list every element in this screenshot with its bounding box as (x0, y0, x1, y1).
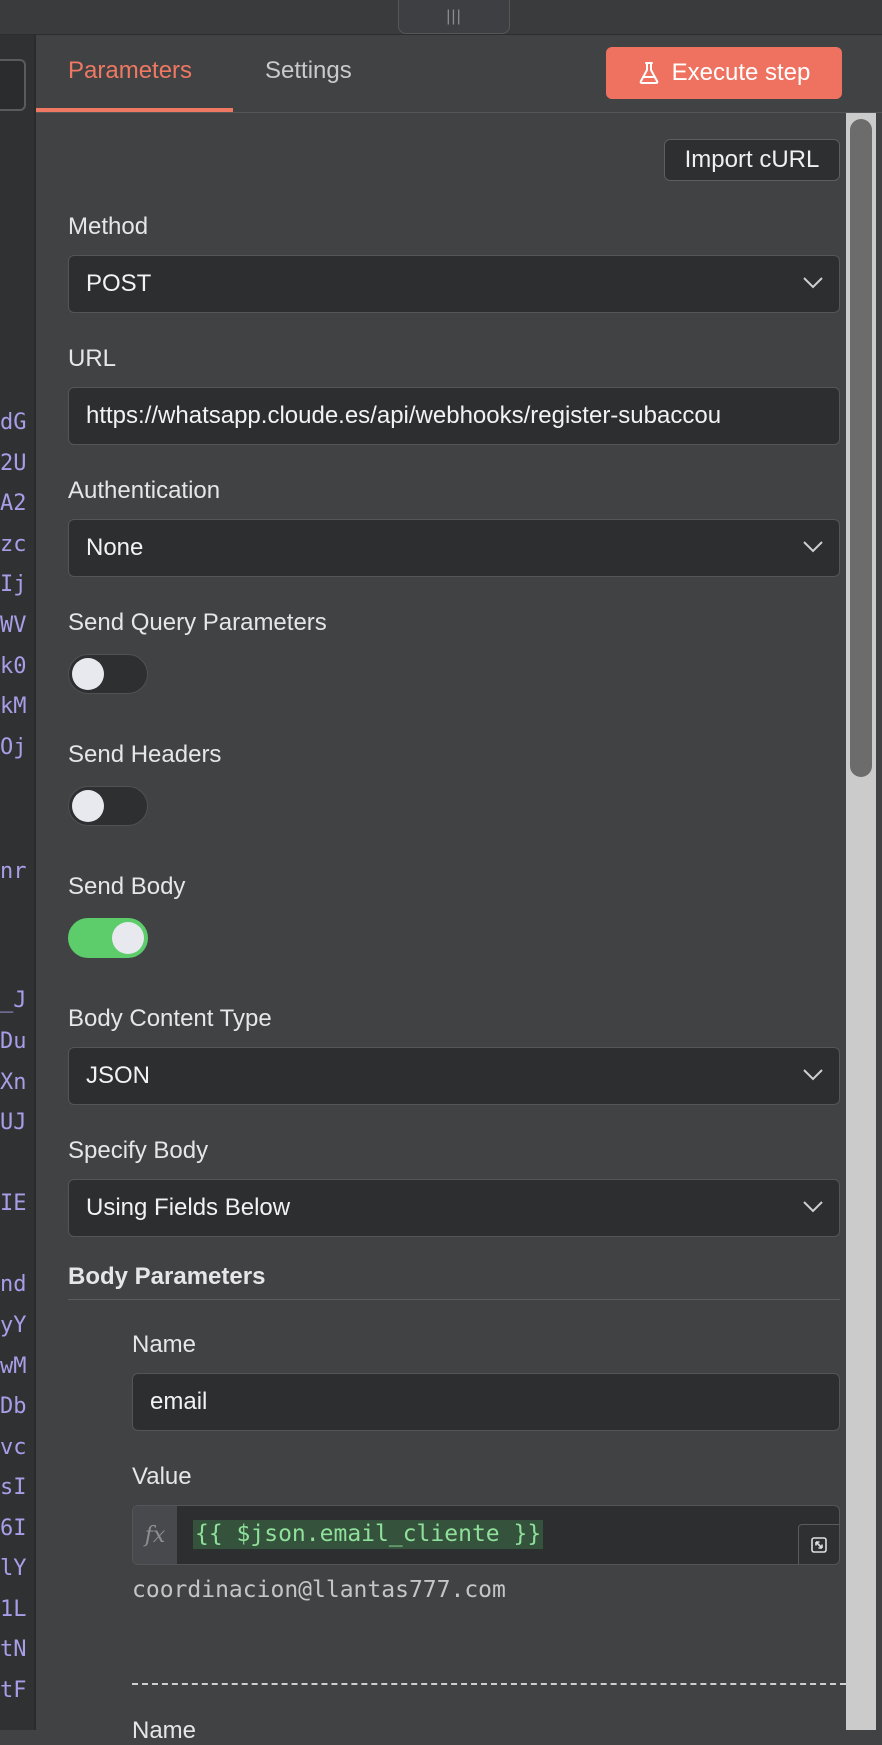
code-fragment: Xn (0, 1070, 27, 1095)
body-parameters-title: Body Parameters (68, 1263, 266, 1290)
tab-parameters[interactable]: Parameters (68, 57, 192, 85)
code-fragment: WV (0, 613, 27, 638)
parameter-name-label: Name (132, 1717, 197, 1744)
chevron-down-icon (803, 277, 823, 289)
authentication-value: None (86, 534, 144, 561)
url-input[interactable]: https://whatsapp.cloude.es/api/webhooks/… (68, 387, 840, 445)
section-divider (68, 1299, 840, 1300)
chevron-down-icon (803, 1201, 823, 1213)
expression-editor[interactable]: fx {{ $json.email_cliente }} (132, 1505, 840, 1565)
parameter-value-label: Value (132, 1463, 192, 1490)
code-fragment: Du (0, 1029, 27, 1054)
url-value: https://whatsapp.cloude.es/api/webhooks/… (86, 402, 722, 429)
code-fragment: sI (0, 1475, 27, 1500)
code-fragment: k0 (0, 654, 27, 679)
code-fragment: wM (0, 1354, 27, 1379)
send-body-label: Send Body (68, 873, 186, 900)
toggle-knob (72, 790, 104, 822)
parameter-name-label: Name (132, 1331, 197, 1358)
code-fragment: tF (0, 1678, 27, 1703)
specify-body-select[interactable]: Using Fields Below (68, 1179, 840, 1237)
expression-text: {{ $json.email_cliente }} (193, 1520, 544, 1549)
flask-icon (639, 62, 658, 84)
chevron-down-icon (803, 1069, 823, 1081)
method-value: POST (86, 270, 152, 297)
specify-body-label: Specify Body (68, 1137, 209, 1164)
scrollbar-thumb[interactable] (850, 119, 872, 777)
code-fragment: dG (0, 410, 27, 435)
code-fragment: kM (0, 694, 27, 719)
expand-icon (811, 1537, 827, 1553)
method-select[interactable]: POST (68, 255, 840, 313)
code-fragment: nd (0, 1272, 27, 1297)
code-fragment: lY (0, 1556, 27, 1581)
code-fragment: _J (0, 988, 27, 1013)
toggle-knob (112, 922, 144, 954)
active-tab-indicator (36, 108, 233, 112)
parameter-name-value: email (150, 1388, 208, 1415)
url-label: URL (68, 345, 117, 372)
send-headers-label: Send Headers (68, 741, 222, 768)
import-curl-button[interactable]: Import cURL (664, 139, 840, 181)
code-fragment: tN (0, 1637, 27, 1662)
authentication-select[interactable]: None (68, 519, 840, 577)
body-content-type-label: Body Content Type (68, 1005, 272, 1032)
chevron-down-icon (803, 541, 823, 553)
top-bar: ||| (0, 0, 882, 35)
code-fragment: A2 (0, 491, 27, 516)
code-fragment: yY (0, 1313, 27, 1338)
code-fragment: nr (0, 859, 27, 884)
code-fragment: zc (0, 532, 27, 557)
expression-result-preview: coordinacion@llantas777.com (132, 1577, 506, 1603)
toggle-knob (72, 658, 104, 690)
send-query-parameters-toggle[interactable] (68, 654, 148, 694)
method-label: Method (68, 213, 149, 240)
code-fragment: Oj (0, 735, 27, 760)
send-headers-toggle[interactable] (68, 786, 148, 826)
code-fragment: 6I (0, 1516, 27, 1541)
code-fragment: Db (0, 1394, 27, 1419)
specify-body-value: Using Fields Below (86, 1194, 291, 1221)
body-content-type-value: JSON (86, 1062, 151, 1089)
body-content-type-select[interactable]: JSON (68, 1047, 840, 1105)
send-body-toggle[interactable] (68, 918, 148, 958)
send-query-parameters-label: Send Query Parameters (68, 609, 327, 636)
panel-drag-handle[interactable]: ||| (398, 0, 510, 34)
code-fragment: UJ (0, 1110, 27, 1135)
code-fragment: IE (0, 1191, 27, 1216)
parameter-separator (132, 1683, 846, 1685)
execute-step-label: Execute step (671, 59, 811, 86)
fx-icon: fx (133, 1506, 177, 1564)
code-fragment: 2U (0, 451, 27, 476)
input-data-panel: dG 2U A2 zc Ij WV k0 kM Oj nr _J Du Xn UJ IE nd yY wM Db vc… (0, 35, 34, 1730)
code-fragment: Ij (0, 572, 27, 597)
expand-editor-button[interactable] (798, 1524, 839, 1564)
parameter-name-input[interactable]: email (132, 1373, 840, 1431)
execute-step-button[interactable]: Execute step (606, 47, 842, 99)
tab-settings[interactable]: Settings (265, 57, 352, 85)
left-panel-field[interactable] (0, 59, 26, 111)
authentication-label: Authentication (68, 477, 221, 504)
code-fragment: vc (0, 1435, 27, 1460)
node-parameters-panel: Parameters Settings Execute step Import … (36, 35, 882, 1744)
code-fragment: 1L (0, 1597, 27, 1622)
tab-bar: Parameters Settings Execute step (36, 35, 882, 113)
